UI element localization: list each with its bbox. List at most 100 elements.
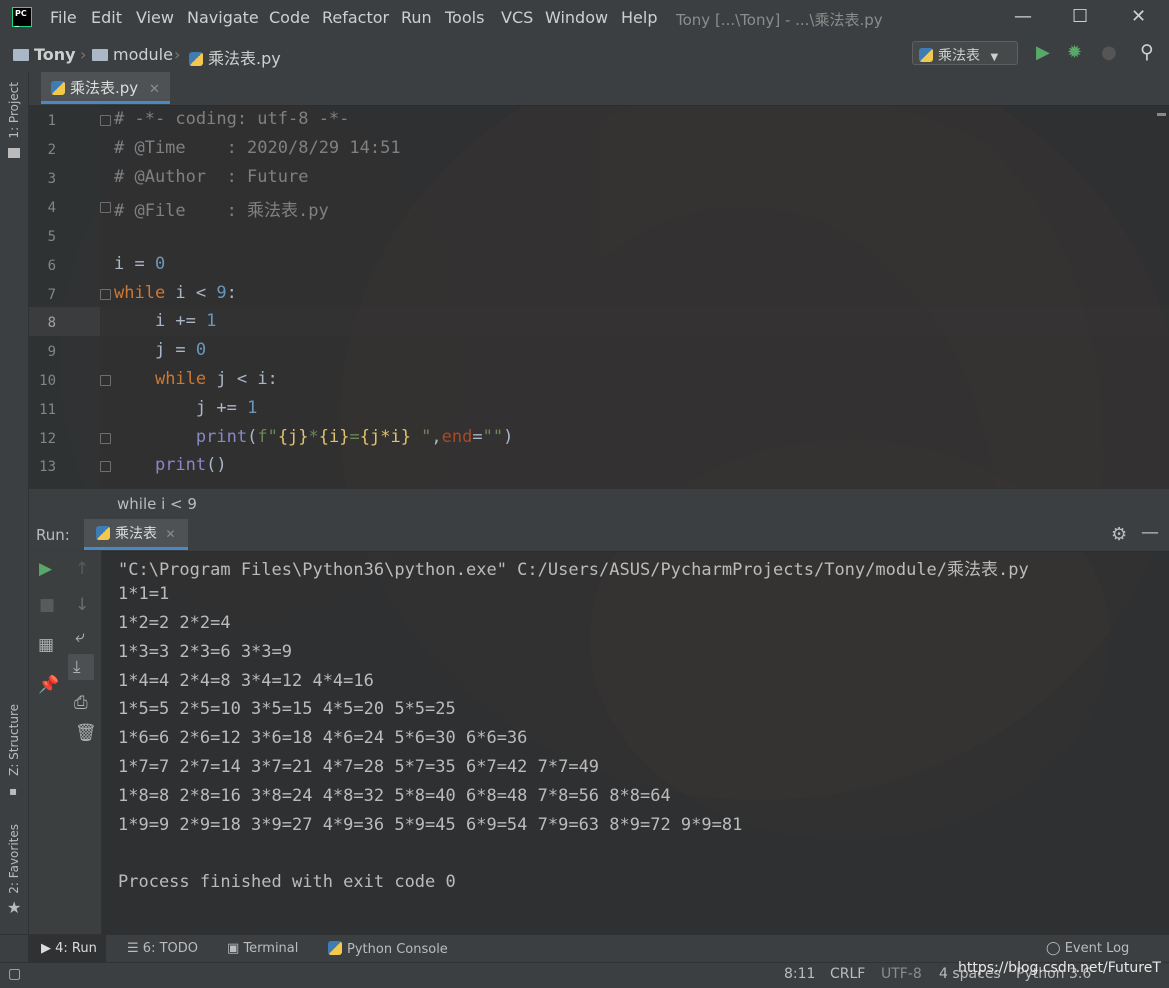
breadcrumb-module[interactable]: module [92,45,173,64]
line-number: 7 [47,287,56,303]
console-line: 1*5=5 2*5=10 3*5=15 4*5=20 5*5=25 [118,699,456,719]
event-log-tool-tab[interactable]: ◯ Event Log [1046,941,1129,956]
window-title: Tony [...\Tony] - ...\乘法表.py [676,11,883,29]
menu-navigate[interactable]: Navigate [187,8,259,27]
soft-wrap-icon[interactable]: ⤶ [75,627,85,647]
fold-icon[interactable] [100,461,111,472]
run-icon[interactable]: ▶ [1036,42,1050,63]
menu-help[interactable]: Help [621,8,657,27]
line-number: 5 [47,229,56,245]
pin-icon[interactable]: 📌 [38,675,59,695]
console-line: 1*6=6 2*6=12 3*6=18 4*6=24 5*6=30 6*6=36 [118,728,528,748]
menu-file[interactable]: File [50,8,77,27]
python-file-icon [51,81,65,95]
left-tool-strip: 1: Project Z: Structure ▪ 2: Favorites ★ [0,72,29,934]
menu-window[interactable]: Window [545,8,608,27]
code-line: j += 1 [114,398,258,418]
breadcrumb-file[interactable]: 乘法表.py [189,45,281,69]
console-line: 1*1=1 [118,584,170,604]
breadcrumb-project[interactable]: Tony [13,45,76,64]
editor-breadcrumb[interactable]: while i < 9 [29,488,1169,520]
run-toolbar: ▶ ↑ ■ ↓ ⤶ ▦ ⤓ 📌 ⎙ 🗑 [29,551,102,934]
code-editor[interactable]: 1 2 3 4 5 6 7 8 9 10 11 12 13 # -*- codi… [29,105,1169,488]
console-line: "C:\Program Files\Python36\python.exe" C… [118,560,1029,580]
pycharm-logo-icon: PC _ [12,7,32,27]
console-output[interactable]: "C:\Program Files\Python36\python.exe" C… [102,551,1169,934]
structure-icon: ▪ [9,784,18,798]
toggle-panels-icon[interactable]: ▢ [8,966,21,982]
line-number: 1 [47,113,56,129]
python-icon [919,48,933,62]
menu-vcs[interactable]: VCS [501,8,533,27]
line-separator[interactable]: CRLF [830,966,865,982]
console-line: 1*9=9 2*9=18 3*9=27 4*9=36 5*9=45 6*9=54… [118,815,743,835]
fold-icon[interactable] [100,375,111,386]
close-tab-icon[interactable]: ✕ [165,527,175,541]
folder-icon [13,49,29,61]
down-arrow-icon[interactable]: ↓ [75,595,89,615]
close-icon[interactable]: ✕ [1131,6,1146,27]
menu-run[interactable]: Run [401,8,432,27]
minimize-icon[interactable]: — [1014,6,1032,27]
run-panel-label: Run: [36,526,70,544]
menu-refactor[interactable]: Refactor [322,8,389,27]
caret-row-highlight [100,307,1169,336]
menu-edit[interactable]: Edit [91,8,122,27]
code-line: # @Author : Future [114,167,309,187]
python-console-tool-tab[interactable]: Python Console [328,941,448,957]
run-configuration-select[interactable]: 乘法表 ▼ [912,41,1018,65]
line-number: 12 [39,431,56,447]
project-tool-tab[interactable]: 1: Project [7,82,21,139]
menu-tools[interactable]: Tools [445,8,484,27]
run-tool-tab[interactable]: ▶ 4: Run [41,941,97,956]
run-tab[interactable]: 乘法表 ✕ [84,519,188,550]
breadcrumb-scope[interactable]: while i < 9 [117,495,197,513]
python-icon [328,941,342,955]
stop-icon[interactable]: ● [1101,42,1117,63]
editor-tab-active[interactable]: 乘法表.py ✕ [41,72,170,104]
code-line: while i < 9: [114,283,237,303]
line-number: 8 [47,315,56,331]
print-icon[interactable]: ⎙ [74,693,88,713]
search-icon[interactable]: ⚲ [1140,41,1154,63]
fold-icon[interactable] [100,289,111,300]
console-line: 1*4=4 2*4=8 3*4=12 4*4=16 [118,671,374,691]
scroll-to-end-icon[interactable]: ⤓ [73,657,81,677]
caret-position[interactable]: 8:11 [784,966,815,982]
terminal-tool-tab[interactable]: ▣ Terminal [227,941,298,956]
code-line: j = 0 [114,340,207,360]
fold-icon[interactable] [100,433,111,444]
todo-tool-tab[interactable]: ☰ 6: TODO [127,941,198,956]
line-number: 4 [47,200,56,216]
menu-view[interactable]: View [136,8,174,27]
console-line: 1*8=8 2*8=16 3*8=24 4*8=32 5*8=40 6*8=48… [118,786,671,806]
scroll-to-end-button[interactable] [68,654,94,680]
fold-icon[interactable] [100,115,111,126]
stop-icon[interactable]: ■ [39,595,55,615]
trash-icon[interactable]: 🗑 [75,723,97,743]
folder-icon [92,49,108,61]
rerun-icon[interactable]: ▶ [39,559,52,579]
fold-icon[interactable] [100,202,111,213]
file-encoding[interactable]: UTF-8 [881,966,922,982]
terminal-icon: ▣ [227,941,240,956]
scroll-marker [1157,113,1166,116]
hide-icon[interactable]: — [1141,522,1159,543]
status-bar: ▢ 8:11 CRLF UTF-8 4 spaces Python 3.6 ht… [0,960,1169,988]
breadcrumb-separator: › [174,45,181,64]
close-tab-icon[interactable]: ✕ [149,82,160,97]
breadcrumb-separator: › [80,45,87,64]
favorites-tool-tab[interactable]: 2: Favorites [7,824,21,894]
menu-code[interactable]: Code [269,8,310,27]
tool-window-bar: ▶ 4: Run ☰ 6: TODO ▣ Terminal Python Con… [0,934,1169,963]
code-line: # @Time : 2020/8/29 14:51 [114,138,401,158]
console-line: Process finished with exit code 0 [118,872,456,892]
python-icon [96,526,110,540]
maximize-icon[interactable]: ☐ [1072,6,1088,27]
restore-layout-icon[interactable]: ▦ [38,635,54,655]
up-arrow-icon[interactable]: ↑ [75,559,89,579]
structure-tool-tab[interactable]: Z: Structure [7,704,21,776]
debug-icon[interactable]: ✹ [1067,42,1082,63]
gear-icon[interactable]: ⚙ [1111,524,1127,545]
console-line: 1*3=3 2*3=6 3*3=9 [118,642,292,662]
